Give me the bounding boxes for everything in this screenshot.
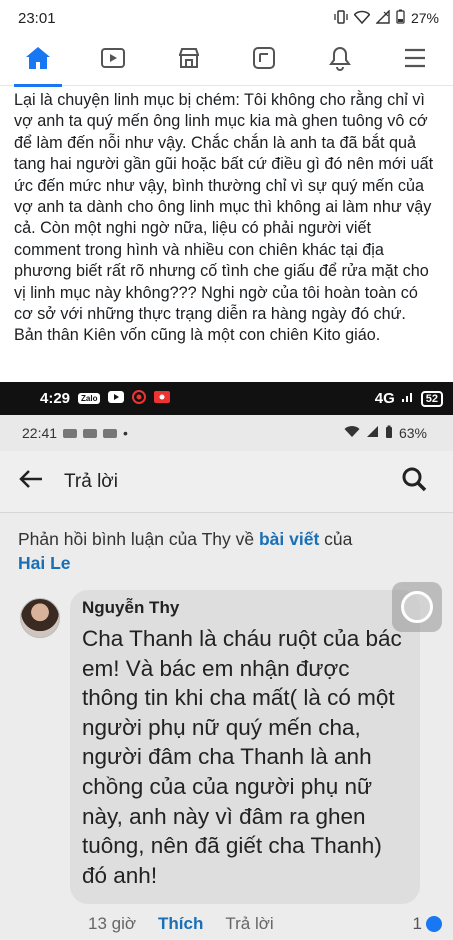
comment-time: 13 giờ	[88, 914, 137, 933]
thread-title: Phản hồi bình luận của Thy về bài viết c…	[0, 513, 453, 583]
post-body: Lại là chuyện linh mục bị chém: Tôi khôn…	[14, 91, 434, 345]
reply-button[interactable]: Trả lời	[225, 914, 273, 934]
status-icons: 27%	[334, 8, 439, 27]
embedded-status-time: 4:29	[40, 390, 71, 407]
zalo-notification-icon: Zalo	[78, 393, 101, 404]
like-button[interactable]: Thích	[158, 914, 203, 934]
battery-icon	[396, 9, 405, 27]
embedded-signal-label: 4G	[374, 390, 395, 407]
notification-dot-icon: •	[123, 425, 128, 441]
reply-header: Trả lời	[0, 451, 453, 513]
record-notification-icon	[132, 389, 147, 408]
top-nav	[0, 36, 453, 87]
embedded-battery: 52	[420, 390, 443, 407]
marketplace-icon	[176, 46, 202, 75]
embedded-signal-icon	[401, 390, 415, 407]
notifications-icon	[328, 45, 352, 76]
embedded-screenshot: 4:29 Zalo 4G 52 22:41 • 63% Trả lời Phản…	[0, 382, 453, 940]
home-icon	[24, 45, 52, 76]
assistive-touch-icon	[401, 591, 433, 623]
comment-text: Cha Thanh là cháu ruột của bác em! Và bá…	[82, 626, 402, 888]
zalo-notification-icon	[63, 428, 78, 438]
search-icon[interactable]	[401, 466, 427, 497]
reaction-count-value: 1	[412, 914, 422, 933]
groups-icon	[252, 46, 276, 75]
zalo-notification-icon	[103, 428, 118, 438]
comment-author[interactable]: Nguyễn Thy	[82, 598, 408, 618]
signal-icon	[366, 425, 379, 441]
inner-status-time: 22:41	[22, 425, 58, 441]
status-bar: 23:01 27%	[0, 0, 453, 36]
like-reaction-icon	[426, 916, 442, 932]
reaction-count[interactable]: 1	[413, 914, 448, 934]
nav-groups[interactable]	[234, 36, 294, 86]
avatar[interactable]	[20, 598, 60, 638]
nav-notifications[interactable]	[310, 36, 370, 86]
battery-icon	[385, 425, 393, 442]
nav-menu[interactable]	[385, 36, 445, 86]
thread-title-prefix: Phản hồi bình luận của Thy về	[18, 529, 259, 549]
back-arrow-icon[interactable]	[18, 469, 44, 495]
screen-record-icon	[154, 390, 171, 407]
thread-title-middle: của	[319, 529, 353, 549]
inner-status-bar: 22:41 • 63%	[0, 415, 453, 451]
battery-percent: 27%	[410, 10, 439, 26]
nav-marketplace[interactable]	[159, 36, 219, 86]
no-signal-icon	[375, 8, 390, 27]
youtube-notification-icon	[108, 390, 125, 407]
author-link[interactable]: Hai Le	[18, 553, 71, 573]
page-title: Trả lời	[64, 470, 118, 492]
menu-icon	[402, 47, 428, 74]
vibrate-icon	[334, 9, 348, 27]
comment-bubble: Nguyễn Thy Cha Thanh là cháu ruột của bá…	[70, 590, 420, 904]
floating-assistive-button[interactable]	[392, 582, 442, 632]
nav-home[interactable]	[8, 36, 68, 87]
zalo-notification-icon	[83, 428, 98, 438]
wifi-icon	[353, 10, 371, 27]
comment-actions: 13 giờ Thích Trả lời 1	[88, 914, 448, 934]
post-link[interactable]: bài viết	[259, 529, 319, 549]
nav-video[interactable]	[83, 36, 143, 86]
wifi-icon	[344, 425, 360, 441]
video-icon	[100, 47, 126, 74]
status-time: 23:01	[18, 9, 56, 27]
embedded-status-bar: 4:29 Zalo 4G 52	[0, 382, 453, 415]
inner-battery-percent: 63%	[398, 425, 427, 441]
